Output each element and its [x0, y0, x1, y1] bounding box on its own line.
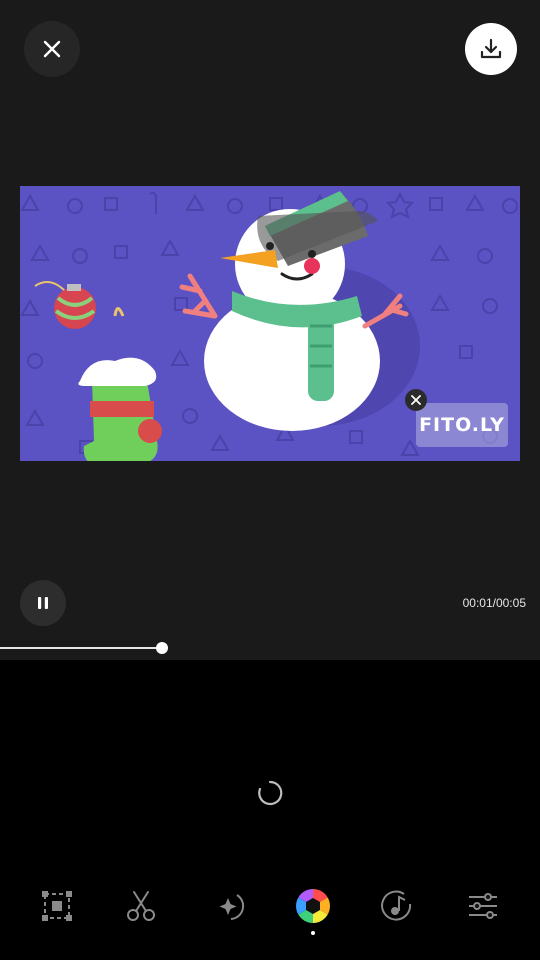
close-button[interactable]: [24, 21, 80, 77]
filter-tool[interactable]: [293, 886, 333, 926]
video-preview[interactable]: FITO.LY: [20, 186, 520, 461]
sparkle-icon: [219, 894, 245, 920]
close-icon: [411, 395, 421, 405]
active-tool-indicator: [311, 931, 315, 935]
download-icon: [480, 38, 502, 59]
pause-icon: [38, 597, 48, 609]
music-tool[interactable]: [377, 886, 417, 926]
playback-progress-bar[interactable]: [0, 642, 540, 654]
crop-tool[interactable]: [37, 886, 77, 926]
close-icon: [43, 40, 61, 58]
trim-tool[interactable]: [121, 886, 161, 926]
effects-tool[interactable]: [208, 886, 248, 926]
sliders-icon: [469, 893, 497, 919]
music-icon: [381, 890, 412, 921]
progress-thumb[interactable]: [156, 642, 168, 654]
scissors-icon: [127, 891, 155, 921]
playback-time: 00:01/00:05: [462, 596, 526, 610]
loading-spinner-icon: [258, 780, 283, 806]
color-wheel-icon: [296, 889, 330, 923]
pause-button[interactable]: [20, 580, 66, 626]
progress-fill: [0, 647, 162, 649]
download-button[interactable]: [465, 23, 517, 75]
crop-icon: [42, 891, 72, 921]
watermark-label: FITO.LY: [416, 403, 508, 447]
remove-watermark-button[interactable]: [405, 389, 427, 411]
editor-toolbar: [0, 878, 540, 938]
adjust-tool[interactable]: [463, 886, 503, 926]
